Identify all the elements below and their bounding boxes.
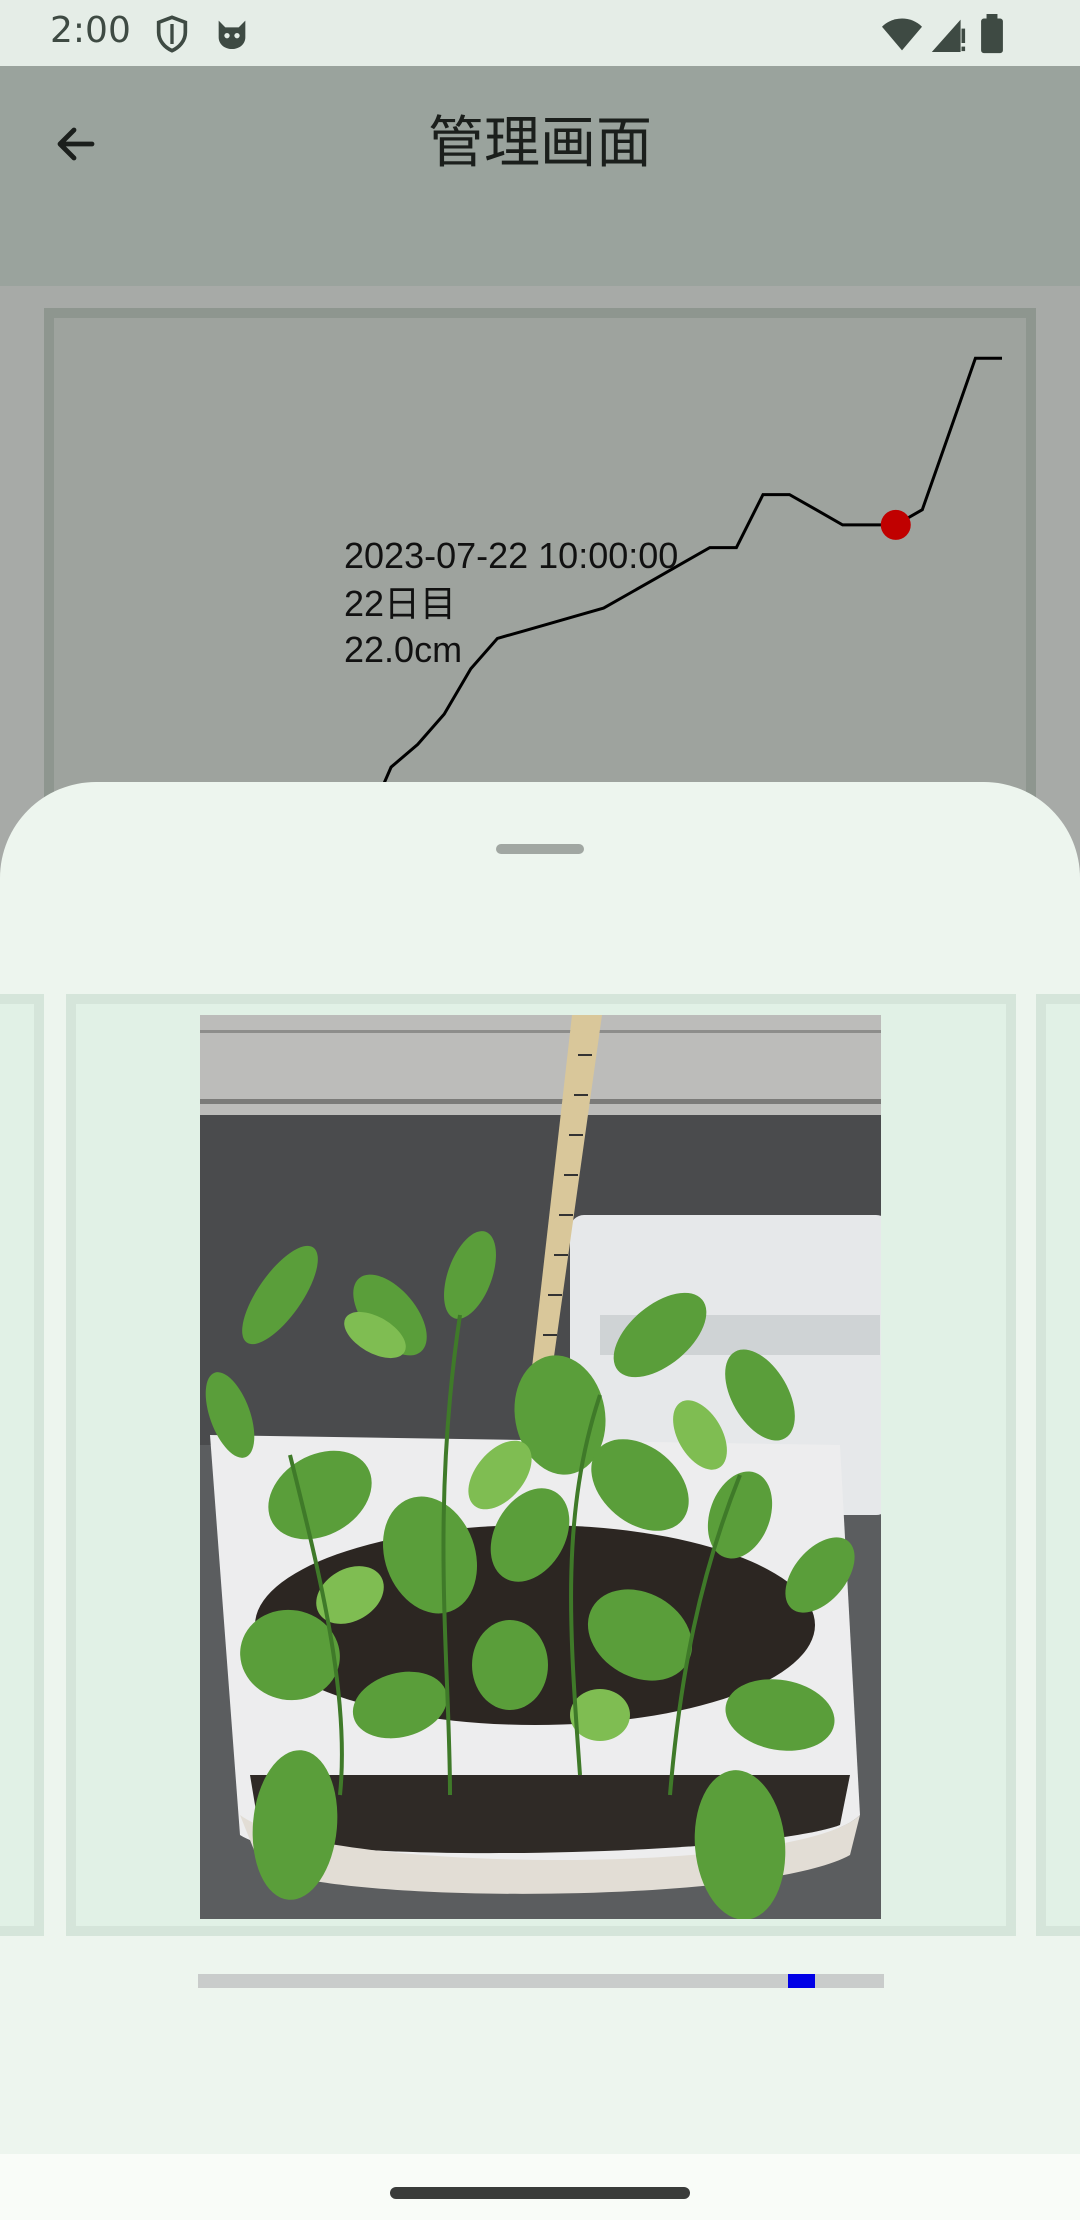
page-indicator-track[interactable] <box>198 1974 884 1988</box>
pager-page-next[interactable] <box>1036 994 1080 1936</box>
plant-photo <box>200 1015 881 1919</box>
highlight-height-label: 22.0cm <box>344 629 462 670</box>
gesture-handle[interactable] <box>390 2187 690 2199</box>
shield-icon <box>152 14 192 58</box>
page-indicator-thumb[interactable] <box>787 1974 816 1988</box>
top-app-bar: 管理画面 <box>0 66 1080 286</box>
battery-icon <box>978 14 1006 58</box>
system-nav-bar <box>0 2154 1080 2220</box>
growth-chart-svg: 2023-07-22 10:00:00 22日目 22.0cm <box>338 356 1002 830</box>
page-title: 管理画面 <box>428 111 652 176</box>
status-bar: 2:00 <box>0 0 1080 66</box>
highlight-date-label: 2023-07-22 10:00:00 <box>344 535 678 576</box>
status-time: 2:00 <box>50 10 131 51</box>
drag-handle[interactable] <box>496 844 584 854</box>
cat-icon <box>212 14 252 58</box>
highlight-day-label: 22日目 <box>344 583 456 624</box>
wifi-icon <box>880 14 924 58</box>
selected-point-marker[interactable] <box>880 509 911 540</box>
pager-page-previous[interactable] <box>0 994 44 1936</box>
signal-icon <box>930 14 966 58</box>
